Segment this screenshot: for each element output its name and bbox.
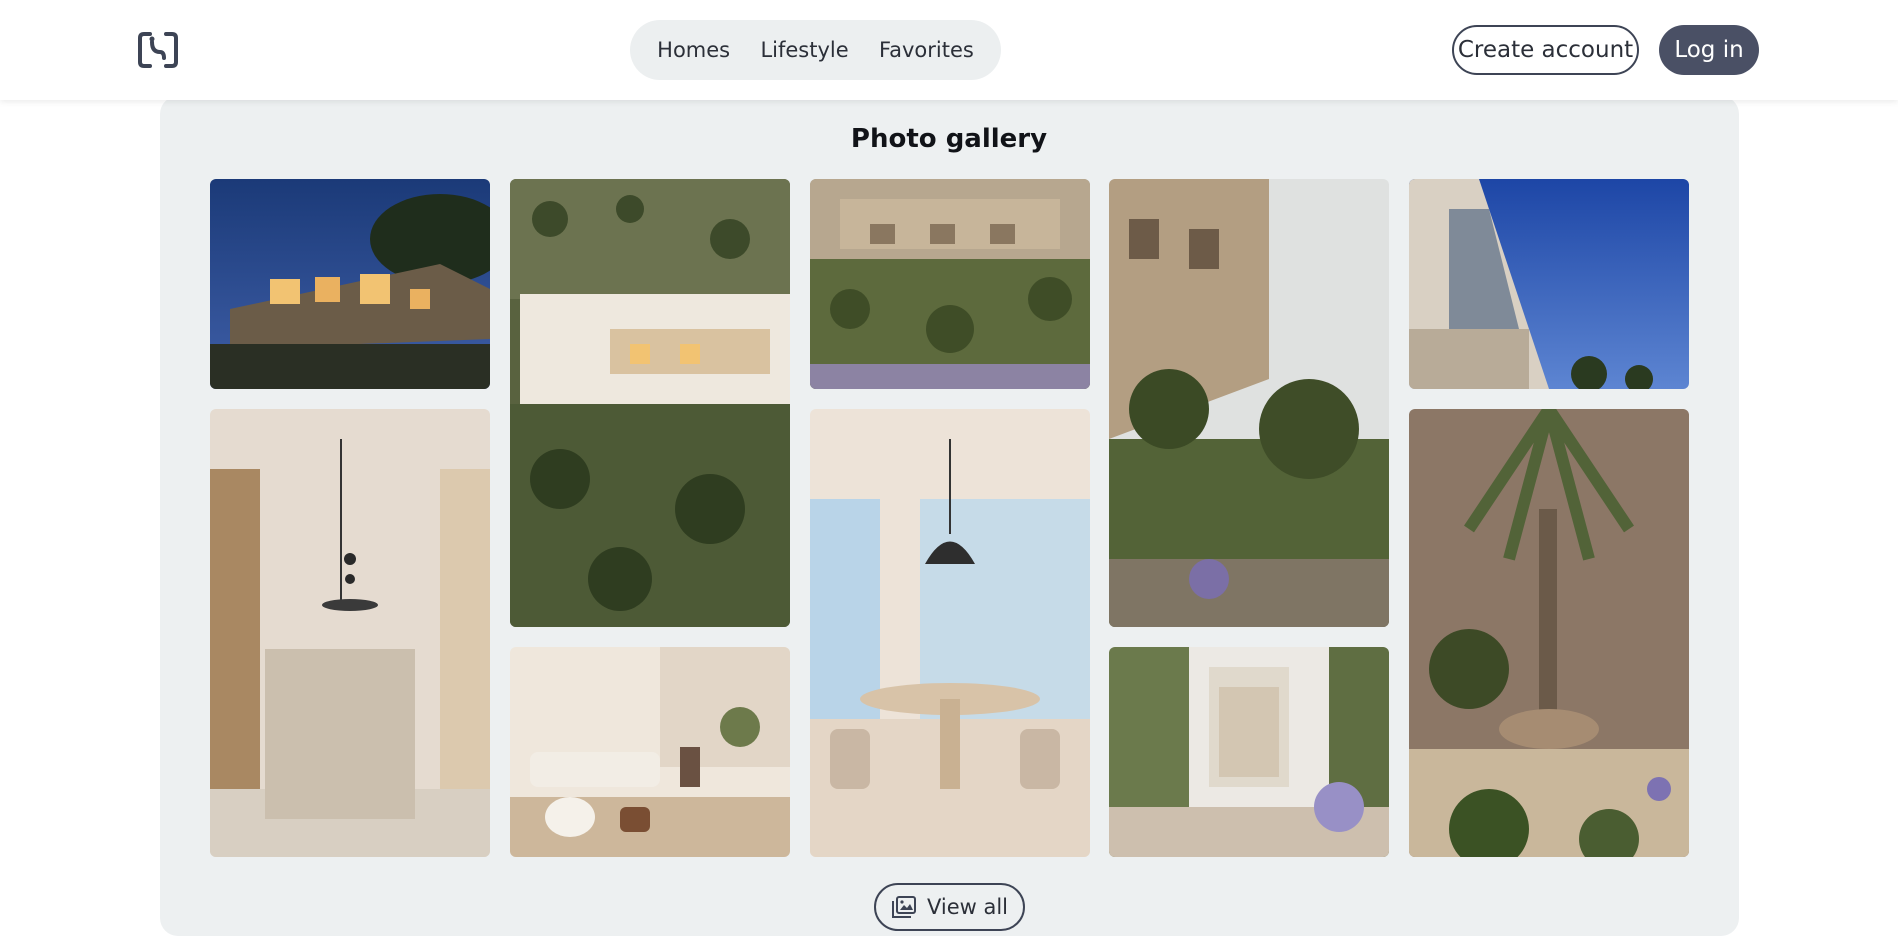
photo-villa-terraced-garden[interactable] xyxy=(810,179,1090,389)
view-all-button[interactable]: View all xyxy=(874,883,1025,931)
nav-item-homes[interactable]: Homes xyxy=(645,30,742,70)
nav-item-favorites[interactable]: Favorites xyxy=(867,30,986,70)
photo-kitchen-island[interactable] xyxy=(210,409,490,857)
gallery-icon xyxy=(891,895,917,919)
photo-villa-hillside-aerial[interactable] xyxy=(510,179,790,627)
main-nav: Homes Lifestyle Favorites xyxy=(630,20,1001,80)
photo-garden-palms-rocks[interactable] xyxy=(1409,409,1689,857)
create-account-button[interactable]: Create account xyxy=(1452,25,1639,75)
site-header: Homes Lifestyle Favorites Create account… xyxy=(0,0,1898,100)
login-button[interactable]: Log in xyxy=(1659,25,1759,75)
photo-villa-night-exterior[interactable] xyxy=(210,179,490,389)
nav-item-lifestyle[interactable]: Lifestyle xyxy=(748,30,860,70)
photo-villa-sky-corner[interactable] xyxy=(1409,179,1689,389)
photo-dining-room[interactable] xyxy=(810,409,1090,857)
photo-villa-facade-garden[interactable] xyxy=(1109,179,1389,627)
view-all-label: View all xyxy=(926,895,1009,919)
photo-living-room[interactable] xyxy=(510,647,790,857)
gallery-title: Photo gallery xyxy=(850,124,1048,154)
bracket-logo-icon[interactable] xyxy=(136,30,180,70)
photo-courtyard-plants[interactable] xyxy=(1109,647,1389,857)
